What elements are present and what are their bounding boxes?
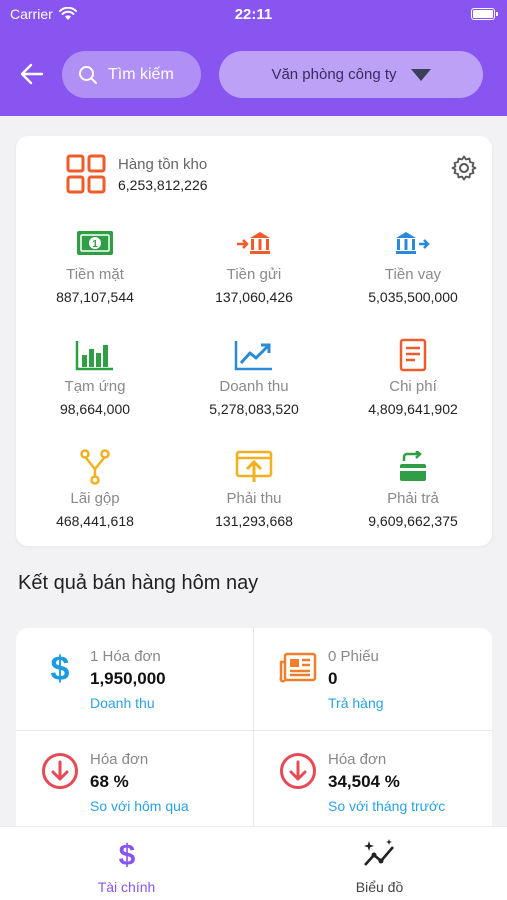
- sales-card-value: 34,504 %: [328, 772, 400, 791]
- search-icon: [79, 65, 97, 84]
- chart-sparkle-icon: [363, 839, 394, 866]
- dollar-icon: $: [118, 839, 135, 871]
- section-title: Kết quả bán hàng hôm nay: [18, 572, 259, 594]
- sales-card-count: 0 Phiếu: [328, 648, 379, 665]
- merge-icon: [80, 449, 110, 485]
- metric-value: 5,278,083,520: [209, 401, 299, 417]
- sales-card-caption: Trả hàng: [328, 695, 384, 711]
- metric-advance[interactable]: Tạm ứng 98,664,000: [16, 336, 174, 436]
- metric-revenue[interactable]: Doanh thu 5,278,083,520: [175, 336, 333, 436]
- sales-card-returns[interactable]: 0 Phiếu 0 Trả hàng: [254, 628, 492, 730]
- finance-summary-card: Hàng tồn kho 6,253,812,226 1 Tiền mặt 88…: [16, 136, 492, 546]
- inventory-value: 6,253,812,226: [118, 176, 208, 193]
- metric-value: 468,441,618: [56, 513, 134, 529]
- tab-label: Biểu đồ: [355, 879, 404, 895]
- bank-loan-icon: [396, 232, 430, 254]
- metric-loan[interactable]: Tiền vay 5,035,500,000: [334, 224, 492, 324]
- sales-card-caption: Doanh thu: [90, 695, 155, 711]
- metric-gross-profit[interactable]: Lãi gộp 468,441,618: [16, 448, 174, 548]
- sales-card-count: 1 Hóa đơn: [90, 648, 161, 665]
- svg-text:$: $: [118, 839, 135, 871]
- metric-deposit[interactable]: Tiền gửi 137,060,426: [175, 224, 333, 324]
- sales-results-card: $ 1 Hóa đơn 1,950,000 Doanh thu 0 Phiếu …: [16, 628, 492, 848]
- metric-label: Phải thu: [226, 490, 282, 507]
- sales-card-value: 1,950,000: [90, 669, 166, 688]
- metric-label: Tiền mặt: [66, 266, 124, 283]
- sales-card-count: Hóa đơn: [328, 751, 387, 768]
- caret-down-icon: [410, 68, 431, 81]
- metric-value: 4,809,641,902: [368, 401, 458, 417]
- document-icon: [399, 338, 427, 372]
- sales-card-vs-last-month[interactable]: Hóa đơn 34,504 % So với tháng trước: [254, 731, 492, 833]
- clock: 22:11: [234, 6, 273, 23]
- metric-value: 9,609,662,375: [368, 513, 458, 529]
- sales-card-value: 0: [328, 669, 338, 688]
- cash-icon: 1: [77, 231, 113, 255]
- metric-value: 137,060,426: [215, 289, 293, 305]
- inventory-summary[interactable]: Hàng tồn kho 6,253,812,226: [66, 154, 208, 194]
- metric-label: Chi phí: [389, 378, 437, 395]
- svg-text:$: $: [51, 650, 70, 686]
- office-selector[interactable]: Văn phòng công ty: [219, 51, 483, 98]
- inventory-label: Hàng tồn kho: [118, 155, 208, 173]
- sales-card-caption: So với tháng trước: [328, 798, 446, 814]
- metric-cash[interactable]: 1 Tiền mặt 887,107,544: [16, 224, 174, 324]
- metric-label: Tạm ứng: [64, 378, 126, 395]
- status-bar: Carrier 22:11: [0, 0, 507, 30]
- trend-up-icon: [234, 341, 272, 371]
- search-placeholder: Tìm kiếm: [108, 65, 174, 83]
- metric-value: 98,664,000: [59, 401, 131, 417]
- sales-card-value: 68 %: [90, 772, 129, 791]
- bank-deposit-icon: [237, 232, 270, 254]
- metric-label: Lãi gộp: [70, 490, 120, 507]
- tab-charts[interactable]: Biểu đồ: [253, 837, 506, 895]
- receivable-icon: [235, 450, 273, 482]
- search-input[interactable]: Tìm kiếm: [62, 51, 201, 98]
- metric-value: 131,293,668: [215, 513, 293, 529]
- metric-receivable[interactable]: Phải thu 131,293,668: [175, 448, 333, 548]
- metric-expense[interactable]: Chi phí 4,809,641,902: [334, 336, 492, 436]
- office-label: Văn phòng công ty: [271, 66, 397, 83]
- metric-value: 887,107,544: [56, 289, 134, 305]
- dollar-icon: $: [51, 650, 70, 686]
- metric-label: Tiền gửi: [226, 266, 282, 283]
- sales-card-vs-yesterday[interactable]: Hóa đơn 68 % So với hôm qua: [16, 731, 254, 833]
- payable-icon: [400, 451, 426, 481]
- sales-card-revenue[interactable]: $ 1 Hóa đơn 1,950,000 Doanh thu: [16, 628, 254, 730]
- bar-chart-icon: [75, 341, 113, 371]
- tab-bar: $ Tài chính Biểu đồ: [0, 826, 507, 900]
- svg-text:1: 1: [92, 239, 98, 250]
- metric-payable[interactable]: Phải trả 9,609,662,375: [334, 448, 492, 548]
- battery-icon: [471, 8, 498, 20]
- header: Carrier 22:11 Tìm kiếm Văn phòng công ty: [0, 0, 507, 116]
- sales-card-caption: So với hôm qua: [90, 798, 189, 814]
- metric-label: Doanh thu: [219, 378, 289, 395]
- return-icon: [279, 652, 317, 683]
- tab-label: Tài chính: [97, 879, 156, 895]
- arrow-down-circle-icon: [42, 753, 78, 789]
- arrow-down-circle-icon: [280, 753, 316, 789]
- metric-value: 5,035,500,000: [368, 289, 458, 305]
- back-arrow-icon[interactable]: [18, 60, 46, 88]
- metric-label: Tiền vay: [384, 266, 442, 283]
- tab-finance[interactable]: $ Tài chính: [0, 837, 253, 895]
- sales-card-count: Hóa đơn: [90, 751, 149, 768]
- gear-icon[interactable]: [450, 154, 478, 182]
- grid-icon: [66, 154, 106, 194]
- metric-label: Phải trả: [387, 490, 439, 507]
